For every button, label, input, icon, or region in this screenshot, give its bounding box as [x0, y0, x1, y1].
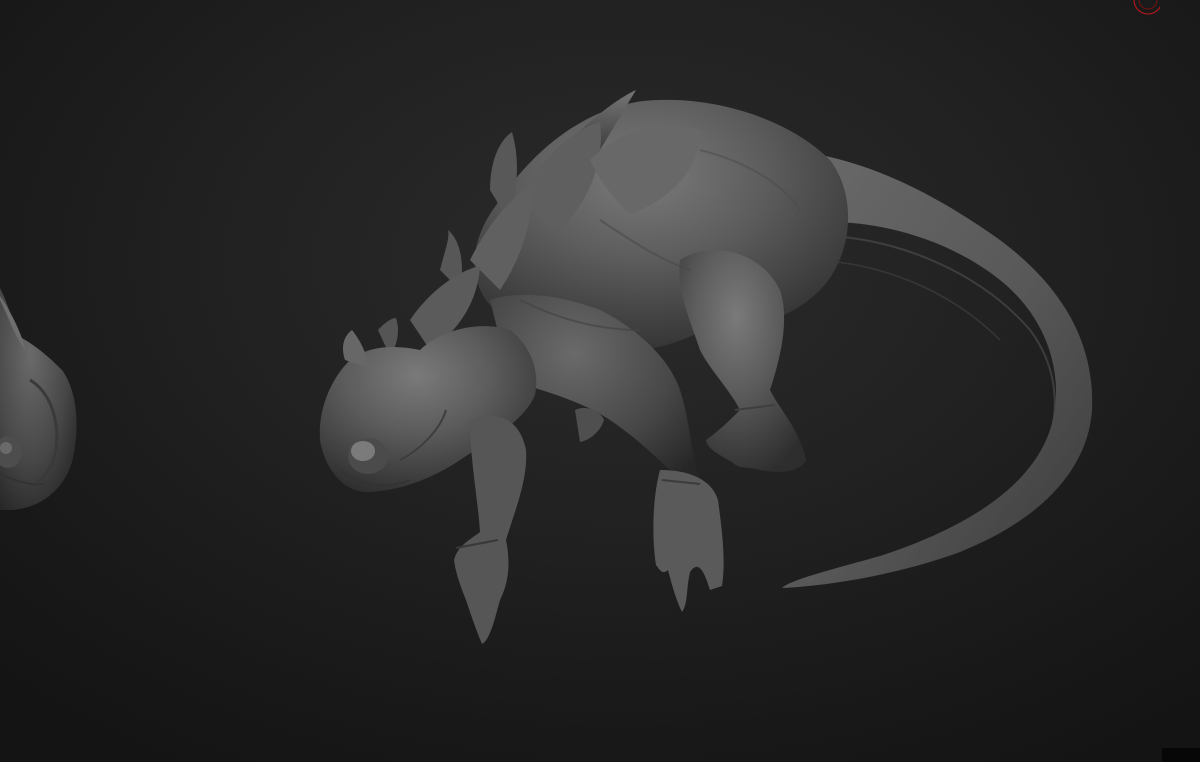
partial-creature-sculpt[interactable] — [0, 288, 77, 510]
viewport-canvas[interactable] — [0, 0, 1200, 762]
sculpt-viewport[interactable] — [0, 0, 1200, 762]
reptile-creature-sculpt[interactable] — [319, 90, 1093, 644]
viewport-corner-overlay — [1162, 748, 1200, 762]
rotation-gizmo-icon[interactable] — [1126, 0, 1160, 20]
